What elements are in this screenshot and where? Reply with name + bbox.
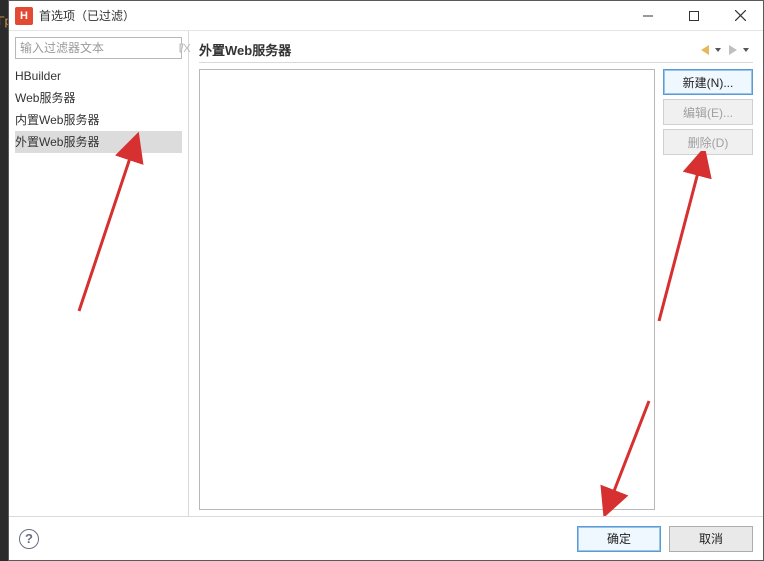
edit-button: 编辑(E)... — [663, 99, 753, 125]
arrow-left-icon — [701, 45, 713, 55]
section-header: 外置Web服务器 — [199, 37, 753, 63]
titlebar: H 首选项（已过滤） — [9, 1, 763, 31]
right-panel: 外置Web服务器 新建(N)... — [189, 31, 763, 516]
preferences-window: H 首选项（已过滤） — [8, 0, 764, 561]
tree-node-hbuilder[interactable]: HBuilder — [15, 65, 182, 87]
new-button[interactable]: 新建(N)... — [663, 69, 753, 95]
minimize-button[interactable] — [625, 1, 671, 31]
maximize-button[interactable] — [671, 1, 717, 31]
filter-input[interactable] — [16, 38, 179, 58]
left-panel: HBuilder Web服务器 内置Web服务器 外置Web服务器 — [9, 31, 189, 516]
delete-button: 删除(D) — [663, 129, 753, 155]
section-title: 外置Web服务器 — [199, 40, 291, 59]
nav-back-button[interactable] — [697, 45, 725, 55]
minimize-icon — [643, 11, 653, 21]
help-button[interactable]: ? — [19, 529, 39, 549]
app-icon: H — [15, 7, 33, 25]
tree-node-external-web-server[interactable]: 外置Web服务器 — [15, 131, 182, 153]
footer: ? 确定 取消 — [9, 516, 763, 560]
arrow-right-icon — [729, 45, 741, 55]
tree-node-builtin-web-server[interactable]: 内置Web服务器 — [15, 109, 182, 131]
window-title: 首选项（已过滤） — [39, 7, 135, 24]
filter-field-wrap — [15, 37, 182, 59]
close-button[interactable] — [717, 1, 763, 31]
clear-filter-icon[interactable] — [179, 42, 191, 54]
question-mark-icon: ? — [25, 531, 33, 546]
nav-forward-button[interactable] — [725, 45, 753, 55]
preferences-tree: HBuilder Web服务器 内置Web服务器 外置Web服务器 — [15, 65, 182, 153]
side-buttons: 新建(N)... 编辑(E)... 删除(D) — [663, 69, 753, 510]
chevron-down-icon — [743, 48, 749, 52]
ok-button[interactable]: 确定 — [577, 526, 661, 552]
server-listbox[interactable] — [199, 69, 655, 510]
parent-app-strip: Γp — [0, 0, 8, 561]
maximize-icon — [689, 11, 699, 21]
chevron-down-icon — [715, 48, 721, 52]
close-icon — [735, 10, 746, 21]
cancel-button[interactable]: 取消 — [669, 526, 753, 552]
tree-node-web-server[interactable]: Web服务器 — [15, 87, 182, 109]
